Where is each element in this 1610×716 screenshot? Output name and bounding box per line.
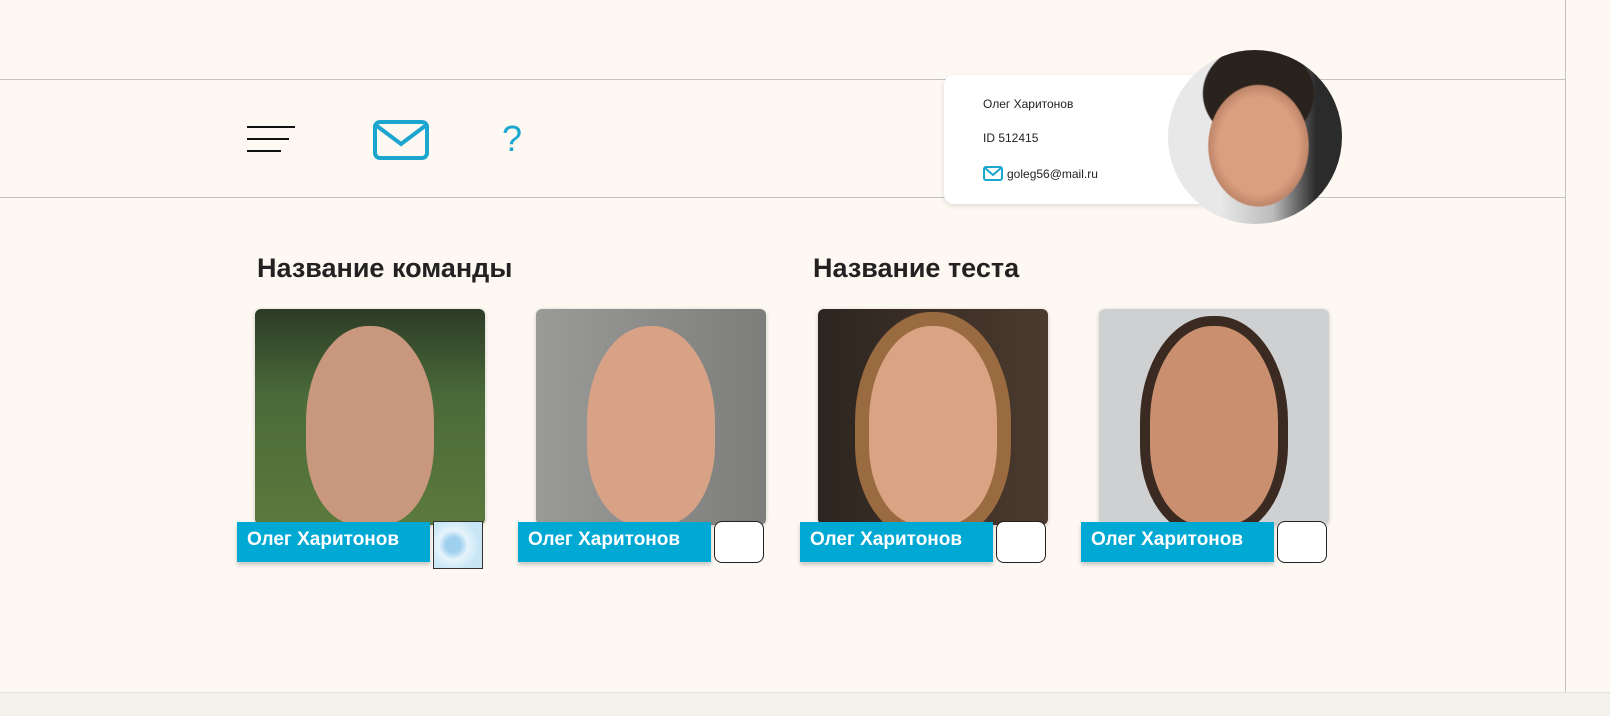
test-title: Название теста xyxy=(813,253,1020,283)
member-photo xyxy=(536,309,766,525)
team-title: Название команды xyxy=(257,253,513,283)
member-checkbox[interactable] xyxy=(1277,521,1327,563)
member-checkbox[interactable] xyxy=(996,521,1046,563)
hamburger-icon[interactable] xyxy=(247,126,295,154)
right-divider xyxy=(1565,0,1566,715)
profile-email: goleg56@mail.ru xyxy=(1007,166,1098,181)
avatar[interactable] xyxy=(1168,50,1342,224)
help-button[interactable]: ? xyxy=(502,118,522,160)
envelope-icon[interactable] xyxy=(373,120,429,165)
profile-id: ID 512415 xyxy=(983,131,1039,145)
member-checkbox[interactable] xyxy=(433,521,483,569)
member-name-label: Олег Харитонов xyxy=(518,522,711,562)
header-top-divider xyxy=(0,79,1565,80)
bottom-bar xyxy=(0,692,1610,716)
member-name-label: Олег Харитонов xyxy=(800,522,993,562)
header-bottom-divider xyxy=(0,197,1565,198)
member-name-label: Олег Харитонов xyxy=(237,522,430,562)
member-photo xyxy=(1099,309,1329,525)
member-photo xyxy=(818,309,1048,525)
member-name-label: Олег Харитонов xyxy=(1081,522,1274,562)
profile-name: Олег Харитонов xyxy=(983,97,1074,111)
member-checkbox[interactable] xyxy=(714,521,764,563)
envelope-icon xyxy=(983,166,1003,181)
member-photo xyxy=(255,309,485,525)
